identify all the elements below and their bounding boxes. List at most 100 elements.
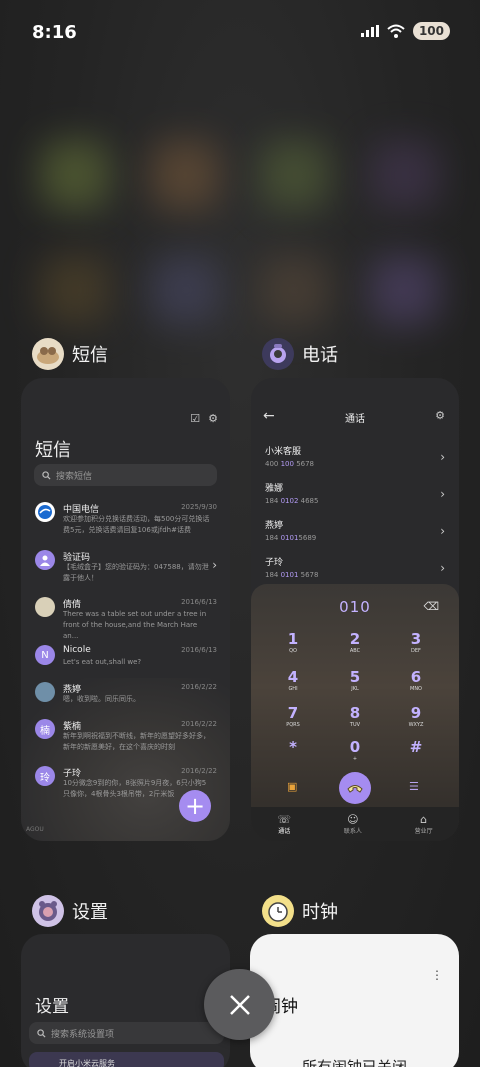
conversation-name: Nicole [63,645,91,655]
wifi-icon [387,24,405,38]
conversation-item[interactable]: 楠 紫楠 2016/2/22 新年到啊祝福到不断线，新年的愿望好多好多，新年的新… [35,719,217,759]
dial-key[interactable]: * [273,738,313,756]
more-options-icon[interactable]: ⋮ [431,968,443,982]
status-time: 8:16 [32,22,77,43]
contact-row[interactable]: 子玲 184 0101 5678 › [265,555,445,585]
settings-row-cloud[interactable]: 开启小米云服务 [29,1052,224,1067]
conversation-item[interactable]: N Nicole 2016/6/13 Let's eat out,shall w… [35,645,217,685]
contact-row[interactable]: 燕婷 184 01015689 › [265,518,445,548]
signal-icon [360,25,379,37]
dial-key[interactable]: 1 QO [273,630,313,654]
search-icon [42,470,51,480]
chevron-right-icon: › [440,487,445,501]
conversation-date: 2016/2/22 [181,720,217,728]
screen-title: 通话 [345,414,365,425]
contact-photo-avatar [35,682,55,702]
settings-app-icon [32,895,64,927]
user-avatar-icon [35,550,55,570]
dial-key[interactable]: 4 GHI [273,668,313,692]
settings-search-bar[interactable]: 搜索系统设置项 [29,1022,224,1044]
app-name: 短信 [72,345,108,366]
tab-store[interactable]: ⌂ 营业厅 [415,813,433,835]
conversation-item[interactable]: 验证码 【毛绒盒子】您的验证码为：047588，请勿泄露于他人！ › [35,550,217,590]
blurred-app-icon [260,255,330,325]
contacts-shortcut-icon[interactable]: ▣ [287,780,297,793]
contact-initial-avatar: 楠 [35,719,55,739]
status-bar: 8:16 100 [0,0,480,66]
alarm-status-text: 所有闹钟已关闭 [301,1058,407,1067]
settings-icon[interactable]: ⚙ [435,409,445,422]
chevron-right-icon: › [440,524,445,538]
dial-key[interactable]: 7 PQRS [273,704,313,728]
contact-initial-avatar: 玲 [35,766,55,786]
app-card-clock[interactable]: ⋮ 闹钟 所有闹钟已关闭 [250,934,459,1067]
delete-digit-icon[interactable]: ⌫ [423,600,439,613]
battery-indicator: 100 [412,22,450,40]
contact-number: 184 0101 5678 [265,571,319,579]
conversation-preview: 欢迎参加积分兑换话费活动，每500分可兑换话费5元，兑换话费请回复106或jfd… [63,515,210,534]
wallpaper-watermark: AGOU [26,826,44,833]
contact-number: 184 0102 4685 [265,497,319,505]
dial-pad: 010 ⌫ 1 QO 2 ABC 3 DEF 4 GHI 5 JKL 6 MNO 7 PQRS… [251,584,459,841]
store-icon: ⌂ [420,813,428,826]
conversation-item[interactable]: 中国电信 2025/9/30 欢迎参加积分兑换话费活动，每500分可兑换话费5元… [35,502,217,542]
phone-header: ← 通话 ⚙ [251,404,459,434]
chevron-right-icon: › [440,450,445,464]
app-header-clock[interactable]: 时钟 [262,895,338,927]
chevron-right-icon: › [212,558,217,572]
dial-key[interactable]: 3 DEF [396,630,436,654]
conversation-date: 2016/2/22 [181,683,217,691]
conversation-date: 2016/2/22 [181,767,217,775]
phone-icon: ☏ [277,813,292,826]
conversation-preview: 新年到啊祝福到不断线，新年的愿望好多好多，新年的新愿美好，在这个喜庆的时刻 [63,732,210,751]
contact-name: 雅娜 [265,484,284,494]
app-card-sms[interactable]: ☑ ⚙ 短信 搜索短信 中国电信 2025/9/30 欢迎参加积分兑换话费活动，… [21,378,230,841]
keypad-toggle-icon[interactable]: ☰ [409,780,419,793]
phone-app-icon [262,338,294,370]
blurred-app-icon [370,140,440,210]
app-card-settings[interactable]: 设置 搜索系统设置项 开启小米云服务 [21,934,230,1067]
app-header-settings[interactable]: 设置 [32,895,108,927]
dial-key[interactable]: 6 MNO [396,668,436,692]
screen-title: 短信 [35,440,71,461]
contact-row[interactable]: 小米客服 400 100 5678 › [265,444,445,474]
app-header-phone[interactable]: 电话 [262,338,338,370]
phone-tab-bar: ☏ 通话 ☺ 联系人 ⌂ 营业厅 [251,807,459,841]
contact-row[interactable]: 雅娜 184 0102 4685 › [265,481,445,511]
conversation-item[interactable]: 燕婷 2016/2/22 嗯，收到啦。同乐同乐。 [35,682,217,722]
contact-name: 小米客服 [265,447,302,457]
phone-handset-icon [347,785,363,793]
chevron-right-icon: › [440,561,445,575]
contact-photo-avatar [35,597,55,617]
telecom-logo-icon [35,502,55,522]
dial-key[interactable]: 0 + [335,738,375,762]
dial-key[interactable]: # [396,738,436,756]
conversation-item[interactable]: 倩倩 2016/6/13 There was a table set out u… [35,597,217,640]
blurred-app-icon [40,140,110,210]
close-icon [229,994,250,1015]
dial-key[interactable]: 5 JKL [335,668,375,692]
blurred-app-icon [40,255,110,325]
app-name: 时钟 [302,902,338,923]
conversation-preview: Let's eat out,shall we? [63,658,142,666]
contact-name: 子玲 [265,558,284,568]
clock-app-icon [262,895,294,927]
tab-contacts[interactable]: ☺ 联系人 [344,813,362,835]
app-header-sms[interactable]: 短信 [32,338,108,370]
blurred-app-icon [150,140,220,210]
tab-calls[interactable]: ☏ 通话 [277,813,291,835]
sms-search-bar[interactable]: 搜索短信 [34,464,217,486]
dial-key[interactable]: 8 TUV [335,704,375,728]
settings-icon[interactable]: ⚙ [208,412,218,425]
select-icon[interactable]: ☑ [190,412,200,425]
contact-number: 400 100 5678 [265,460,315,468]
sms-app-icon [32,338,64,370]
clear-all-button[interactable] [204,969,275,1040]
new-message-button[interactable]: + [179,790,211,822]
dial-key[interactable]: 9 WXYZ [396,704,436,728]
conversation-preview: 【毛绒盒子】您的验证码为：047588，请勿泄露于他人！ [63,563,209,582]
dial-key[interactable]: 2 ABC [335,630,375,654]
call-button[interactable] [339,772,371,804]
search-icon [37,1028,46,1038]
app-card-phone[interactable]: ← 通话 ⚙ 小米客服 400 100 5678 › 雅娜 184 0102 4… [251,378,459,841]
